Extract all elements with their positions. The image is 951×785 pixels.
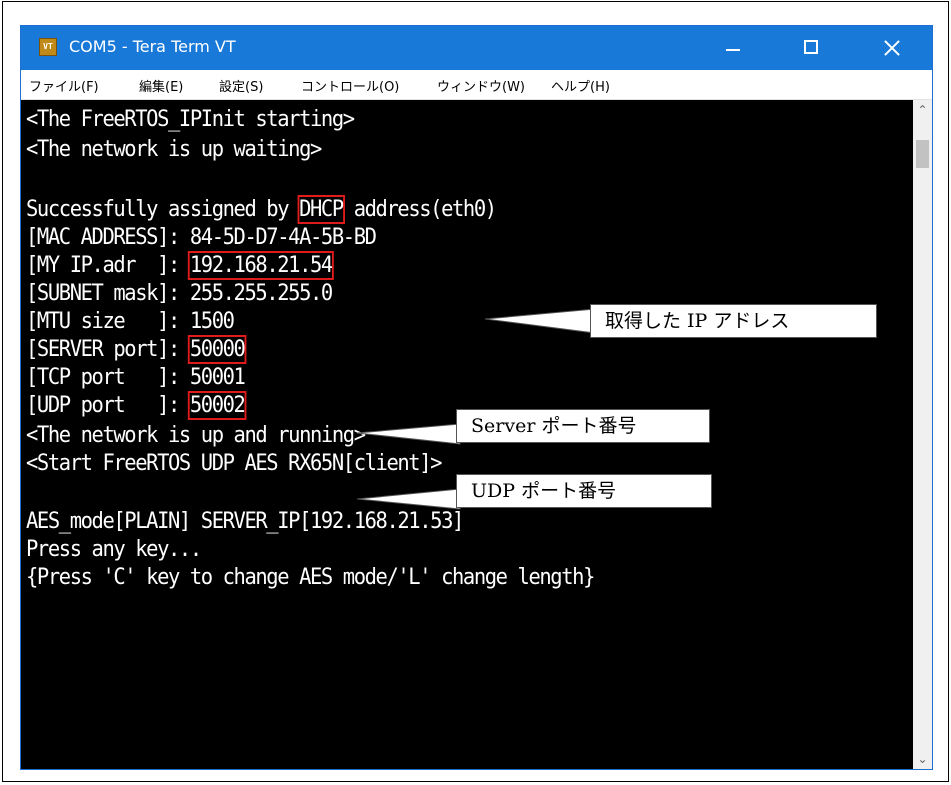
menu-help[interactable]: ヘルプ(H) <box>551 76 610 95</box>
terminal-line: <The FreeRTOS_IPInit starting> <box>26 107 355 132</box>
dhcp-highlight: DHCP <box>297 195 345 224</box>
scrollbar-thumb[interactable] <box>916 140 929 168</box>
tera-term-window: VT COM5 - Tera Term VT ファイル(F) 編集(E) 設定(… <box>20 25 933 770</box>
scroll-up-arrow-icon[interactable]: ⌃ <box>913 100 932 120</box>
terminal-text: [UDP port ]: <box>26 393 190 418</box>
terminal-text: Successfully assigned by <box>26 197 300 222</box>
menu-bar: ファイル(F) 編集(E) 設定(S) コントロール(O) ウィンドウ(W) ヘ… <box>21 70 932 100</box>
terminal-line-server-port: [SERVER port]: 50000 <box>26 335 247 364</box>
terminal-line: [MAC ADDRESS]: 84-5D-D7-4A-5B-BD <box>26 225 377 250</box>
menu-window[interactable]: ウィンドウ(W) <box>437 76 525 95</box>
terminal-text: address(eth0) <box>342 197 497 222</box>
maximize-button[interactable] <box>781 26 841 70</box>
udp-port-callout: UDP ポート番号 <box>456 474 712 508</box>
server-port-callout-pointer <box>356 423 461 445</box>
terminal-line: {Press 'C' key to change AES mode/'L' ch… <box>26 565 595 590</box>
menu-file[interactable]: ファイル(F) <box>29 76 99 95</box>
terminal-line: <The network is up waiting> <box>26 137 322 162</box>
terminal-text: [MY IP.adr ]: <box>26 253 190 278</box>
terminal-line-udp-port: [UDP port ]: 50002 <box>26 391 247 420</box>
menu-edit[interactable]: 編集(E) <box>139 76 183 95</box>
close-button[interactable] <box>861 26 921 70</box>
udp-port-callout-pointer <box>356 488 461 510</box>
server-port-callout: Server ポート番号 <box>456 409 710 443</box>
minimize-button[interactable] <box>702 26 762 70</box>
app-icon-label: VT <box>43 42 53 51</box>
menu-setup[interactable]: 設定(S) <box>219 76 263 95</box>
server-port-highlight: 50000 <box>188 335 247 364</box>
menu-control[interactable]: コントロール(O) <box>301 76 399 95</box>
ip-callout: 取得した IP アドレス <box>590 304 877 338</box>
ip-address-highlight: 192.168.21.54 <box>187 251 334 280</box>
vertical-scrollbar[interactable]: ⌃ ⌄ <box>913 100 932 769</box>
terminal-line: Press any key... <box>26 537 202 562</box>
ip-callout-pointer <box>484 308 596 334</box>
terminal-line: [MTU size ]: 1500 <box>26 309 235 334</box>
terminal-text: [SERVER port]: <box>26 337 190 362</box>
terminal-line: <The network is up and running> <box>26 423 366 448</box>
terminal-line-dhcp: Successfully assigned by DHCP address(et… <box>26 195 497 224</box>
tera-term-app-icon[interactable]: VT <box>39 38 57 56</box>
terminal-line: [TCP port ]: 50001 <box>26 365 246 390</box>
udp-port-highlight: 50002 <box>188 391 247 420</box>
terminal-line: [SUBNET mask]: 255.255.255.0 <box>26 281 333 306</box>
terminal-line-ip: [MY IP.adr ]: 192.168.21.54 <box>26 251 334 280</box>
window-title: COM5 - Tera Term VT <box>69 37 236 56</box>
scroll-down-arrow-icon[interactable]: ⌄ <box>913 749 932 769</box>
title-bar[interactable]: VT COM5 - Tera Term VT <box>21 26 932 70</box>
